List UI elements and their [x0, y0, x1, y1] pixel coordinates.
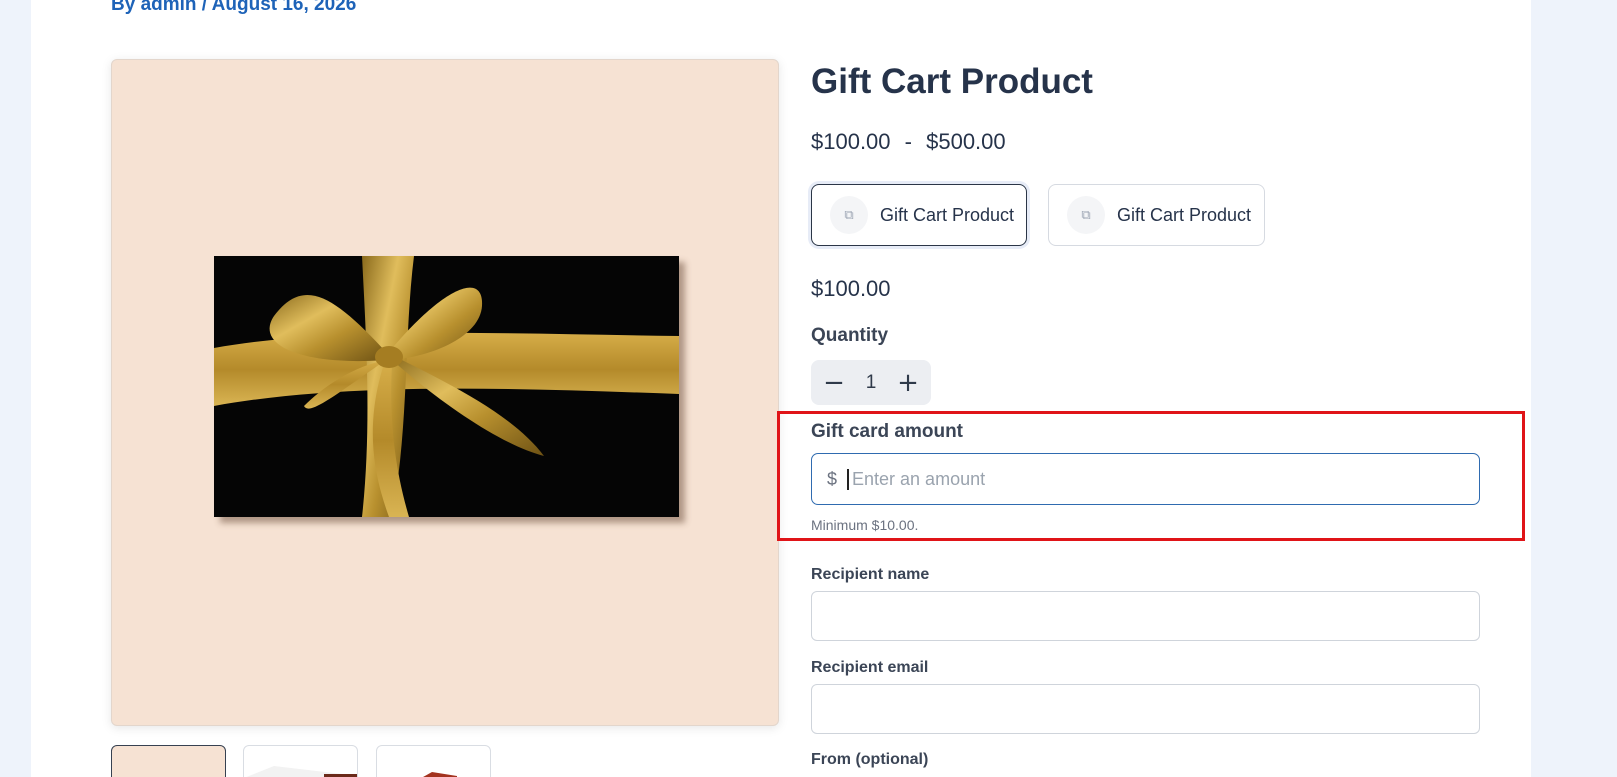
currency-symbol: $ [827, 468, 838, 489]
thumbnail-3-image [423, 772, 457, 777]
variant-option-1[interactable]: ⧉ Gift Cart Product [811, 184, 1027, 246]
thumbnail-2-image [246, 766, 357, 777]
quantity-decrement-button[interactable]: − [821, 370, 847, 396]
price-range-max: $500.00 [926, 129, 1006, 154]
recipient-email-label: Recipient email [811, 659, 929, 676]
gift-card-image [214, 256, 679, 517]
price-range-min: $100.00 [811, 129, 891, 154]
thumbnail-3[interactable] [376, 745, 491, 777]
quantity-label: Quantity [811, 325, 889, 346]
image-icon: ⧉ [1067, 196, 1105, 234]
recipient-name-input[interactable] [811, 591, 1480, 641]
quantity-stepper: − 1 + [811, 360, 931, 405]
variant-label: Gift Cart Product [1117, 204, 1252, 225]
gift-card-amount-input[interactable] [847, 468, 1448, 490]
byline-text: By admin / August 16, 2026 [111, 0, 357, 15]
thumbnail-1[interactable] [111, 745, 226, 777]
recipient-name-label: Recipient name [811, 566, 930, 583]
quantity-increment-button[interactable]: + [895, 370, 921, 396]
price-range-separator: - [904, 129, 912, 154]
product-title: Gift Cart Product [811, 62, 1093, 101]
product-main-image[interactable] [111, 59, 779, 726]
variant-label: Gift Cart Product [880, 204, 1015, 225]
thumbnail-2[interactable] [243, 745, 358, 777]
from-label: From (optional) [811, 751, 929, 768]
gift-card-amount-label: Gift card amount [811, 421, 964, 442]
gift-card-amount-hint: Minimum $10.00. [811, 517, 919, 533]
quantity-value[interactable]: 1 [866, 372, 877, 394]
recipient-email-input[interactable] [811, 684, 1480, 734]
gold-ribbon-graphic [214, 256, 679, 517]
product-price: $100.00 [811, 276, 891, 301]
price-range: $100.00 - $500.00 [811, 129, 1006, 155]
image-icon: ⧉ [830, 196, 868, 234]
post-byline: By admin / August 16, 2026 [111, 0, 356, 16]
gift-card-amount-field[interactable]: $ [811, 453, 1480, 505]
page-content: By admin / August 16, 2026 Gift Cart Pro… [31, 0, 1531, 777]
variant-option-2[interactable]: ⧉ Gift Cart Product [1048, 184, 1265, 246]
